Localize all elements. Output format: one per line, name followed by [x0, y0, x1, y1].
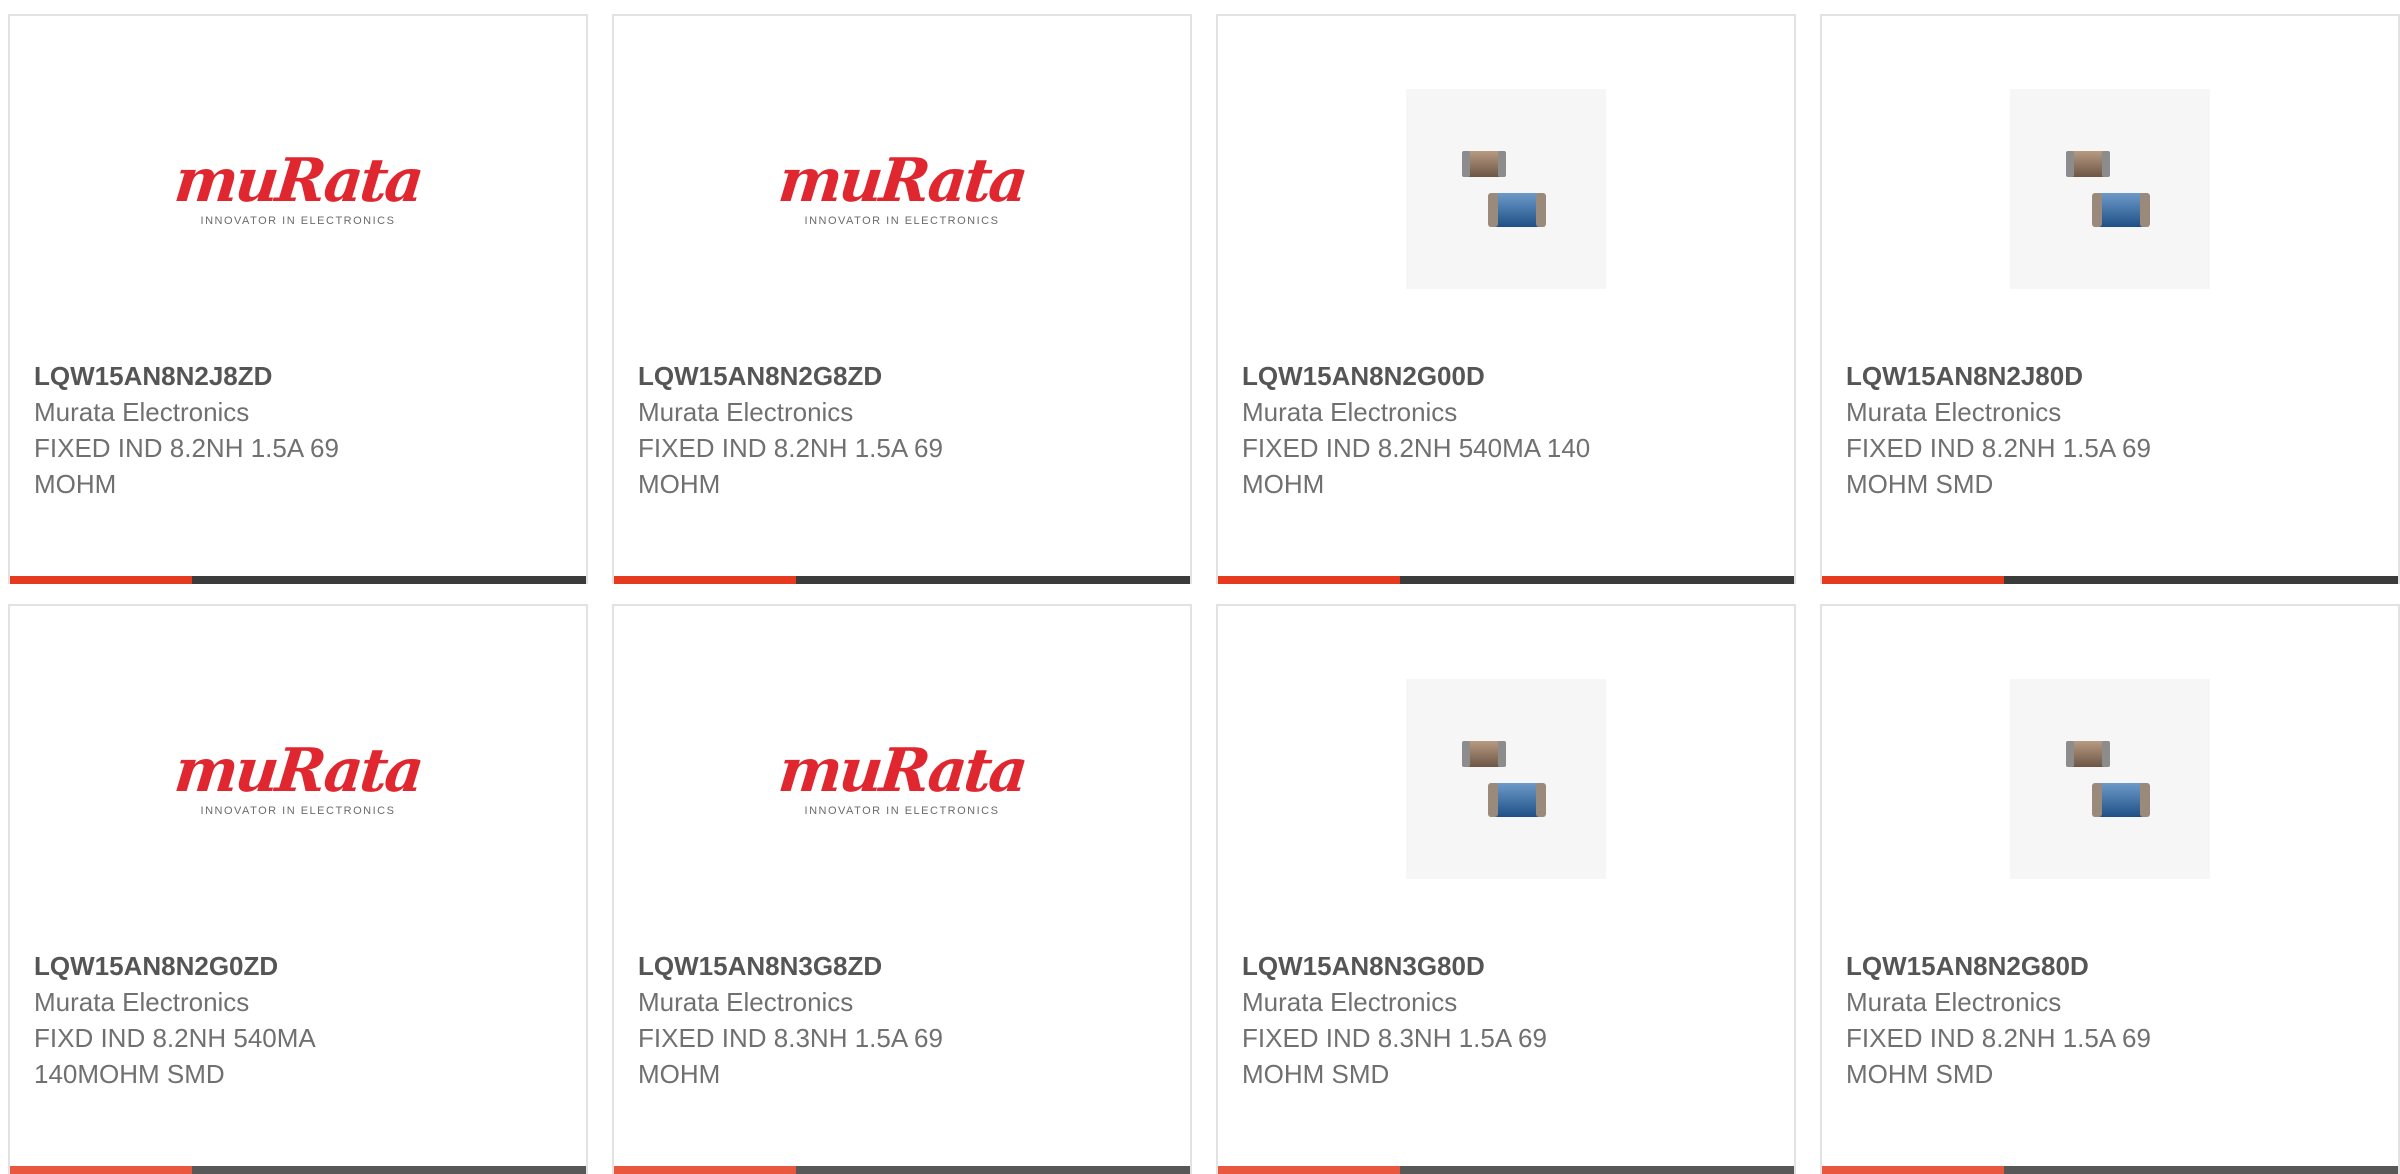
- manufacturer-name: Murata Electronics: [1846, 987, 2062, 1017]
- part-number[interactable]: LQW15AN8N2J80D: [1846, 358, 2378, 394]
- product-image[interactable]: muRata INNOVATOR IN ELECTRONICS: [10, 46, 586, 331]
- part-number[interactable]: LQW15AN8N2G00D: [1242, 358, 1774, 394]
- logo-tagline: INNOVATOR IN ELECTRONICS: [200, 214, 396, 227]
- part-number[interactable]: LQW15AN8N3G8ZD: [638, 948, 1170, 984]
- logo-tagline: INNOVATOR IN ELECTRONICS: [804, 214, 1000, 227]
- product-card[interactable]: muRata INNOVATOR IN ELECTRONICS LQW15AN8…: [8, 14, 588, 584]
- card-accent-bar: [10, 1166, 586, 1174]
- part-number[interactable]: LQW15AN8N2J8ZD: [34, 358, 566, 394]
- part-number[interactable]: LQW15AN8N2G0ZD: [34, 948, 566, 984]
- product-description: FIXED IND 8.2NH 1.5A 69 MOHM: [34, 433, 339, 499]
- product-card[interactable]: muRata INNOVATOR IN ELECTRONICS LQW15AN8…: [612, 14, 1192, 584]
- product-card[interactable]: LQW15AN8N2J80D Murata Electronics FIXED …: [1820, 14, 2400, 584]
- product-card[interactable]: LQW15AN8N3G80D Murata Electronics FIXED …: [1216, 604, 1796, 1174]
- inductor-chip-icon: [1462, 740, 1546, 817]
- product-image[interactable]: [1218, 636, 1794, 921]
- logo-tagline: INNOVATOR IN ELECTRONICS: [804, 804, 1000, 817]
- product-description: FIXED IND 8.3NH 1.5A 69 MOHM: [638, 1023, 943, 1089]
- logo-wordmark: muRata: [171, 735, 425, 806]
- product-card[interactable]: LQW15AN8N2G00D Murata Electronics FIXED …: [1216, 14, 1796, 584]
- card-accent-bar: [1822, 1166, 2398, 1174]
- card-accent-bar: [1218, 576, 1794, 584]
- logo-wordmark: muRata: [171, 145, 425, 216]
- product-card[interactable]: LQW15AN8N2G80D Murata Electronics FIXED …: [1820, 604, 2400, 1174]
- murata-logo: muRata INNOVATOR IN ELECTRONICS: [775, 735, 1029, 817]
- product-grid: muRata INNOVATOR IN ELECTRONICS LQW15AN8…: [8, 14, 2400, 1174]
- card-accent-bar: [1822, 576, 2398, 584]
- manufacturer-name: Murata Electronics: [1242, 987, 1458, 1017]
- product-description: FIXED IND 8.2NH 1.5A 69 MOHM: [638, 433, 943, 499]
- manufacturer-name: Murata Electronics: [638, 397, 854, 427]
- logo-wordmark: muRata: [775, 735, 1029, 806]
- product-description: FIXD IND 8.2NH 540MA 140MOHM SMD: [34, 1023, 315, 1089]
- product-image[interactable]: [1822, 46, 2398, 331]
- inductor-chip-icon: [2066, 150, 2150, 227]
- murata-logo: muRata INNOVATOR IN ELECTRONICS: [171, 145, 425, 227]
- manufacturer-name: Murata Electronics: [34, 397, 250, 427]
- product-description: FIXED IND 8.2NH 540MA 140 MOHM: [1242, 433, 1591, 499]
- inductor-chip-photo: [2010, 678, 2210, 879]
- manufacturer-name: Murata Electronics: [1846, 397, 2062, 427]
- part-number[interactable]: LQW15AN8N2G8ZD: [638, 358, 1170, 394]
- logo-tagline: INNOVATOR IN ELECTRONICS: [200, 804, 396, 817]
- card-accent-bar: [1218, 1166, 1794, 1174]
- part-number[interactable]: LQW15AN8N3G80D: [1242, 948, 1774, 984]
- product-card[interactable]: muRata INNOVATOR IN ELECTRONICS LQW15AN8…: [8, 604, 588, 1174]
- inductor-chip-photo: [1406, 88, 1606, 289]
- product-description: FIXED IND 8.2NH 1.5A 69 MOHM SMD: [1846, 1023, 2151, 1089]
- product-image[interactable]: muRata INNOVATOR IN ELECTRONICS: [614, 636, 1190, 921]
- product-image[interactable]: muRata INNOVATOR IN ELECTRONICS: [10, 636, 586, 921]
- product-image[interactable]: [1218, 46, 1794, 331]
- part-number[interactable]: LQW15AN8N2G80D: [1846, 948, 2378, 984]
- inductor-chip-photo: [1406, 678, 1606, 879]
- manufacturer-name: Murata Electronics: [638, 987, 854, 1017]
- murata-logo: muRata INNOVATOR IN ELECTRONICS: [171, 735, 425, 817]
- card-accent-bar: [614, 576, 1190, 584]
- product-image[interactable]: [1822, 636, 2398, 921]
- manufacturer-name: Murata Electronics: [34, 987, 250, 1017]
- card-accent-bar: [10, 576, 586, 584]
- product-image[interactable]: muRata INNOVATOR IN ELECTRONICS: [614, 46, 1190, 331]
- card-accent-bar: [614, 1166, 1190, 1174]
- inductor-chip-icon: [1462, 150, 1546, 227]
- logo-wordmark: muRata: [775, 145, 1029, 216]
- product-description: FIXED IND 8.2NH 1.5A 69 MOHM SMD: [1846, 433, 2151, 499]
- manufacturer-name: Murata Electronics: [1242, 397, 1458, 427]
- inductor-chip-photo: [2010, 88, 2210, 289]
- product-description: FIXED IND 8.3NH 1.5A 69 MOHM SMD: [1242, 1023, 1547, 1089]
- inductor-chip-icon: [2066, 740, 2150, 817]
- murata-logo: muRata INNOVATOR IN ELECTRONICS: [775, 145, 1029, 227]
- product-card[interactable]: muRata INNOVATOR IN ELECTRONICS LQW15AN8…: [612, 604, 1192, 1174]
